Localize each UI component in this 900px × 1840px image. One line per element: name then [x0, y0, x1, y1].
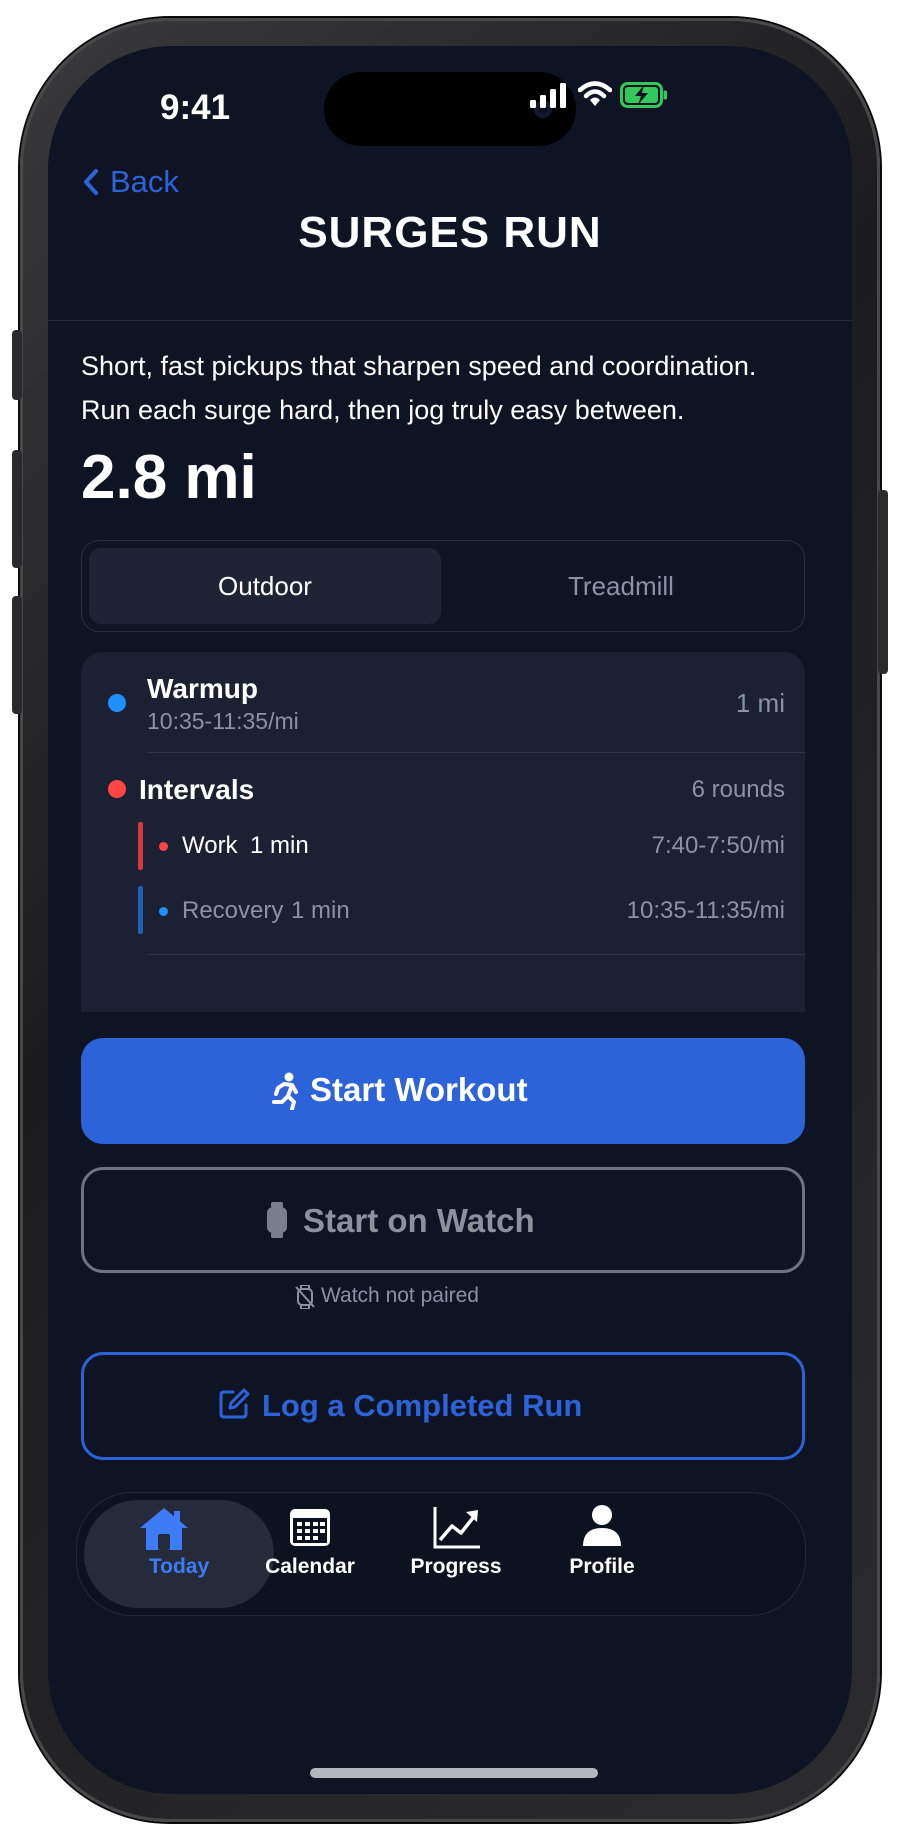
intervals-dot	[108, 780, 126, 798]
intervals-rounds: 6 rounds	[691, 776, 785, 803]
header-divider	[48, 320, 852, 321]
watch-slash-icon	[295, 1285, 315, 1309]
running-person-icon	[272, 1072, 298, 1110]
work-dot	[159, 842, 168, 851]
warmup-dot	[108, 694, 126, 712]
volume-up-button	[12, 450, 22, 568]
wifi-icon	[578, 81, 612, 106]
watch-icon	[267, 1202, 287, 1238]
card-divider	[147, 752, 805, 753]
tab-progress-label: Progress	[410, 1555, 502, 1578]
recovery-pace: 10:35-11:35/mi	[626, 897, 785, 924]
work-bar	[138, 822, 143, 870]
recovery-dot	[159, 907, 168, 916]
page-title: SURGES RUN	[298, 208, 602, 257]
tab-profile-label: Profile	[569, 1555, 635, 1578]
volume-down-button	[12, 596, 22, 714]
workout-distance: 2.8 mi	[81, 443, 257, 512]
person-icon	[583, 1505, 621, 1546]
warmup-distance: 1 mi	[735, 688, 785, 718]
house-icon	[140, 1508, 188, 1550]
watch-status-text: Watch not paired	[321, 1284, 479, 1307]
recovery-duration: 1 min	[291, 897, 350, 924]
card-divider-bottom	[147, 954, 805, 955]
edit-icon	[219, 1388, 250, 1419]
recovery-bar	[138, 886, 143, 934]
chevron-left-icon[interactable]	[82, 168, 100, 196]
start-workout-label: Start Workout	[310, 1071, 528, 1108]
chart-icon	[433, 1507, 480, 1549]
work-label: Work	[182, 832, 238, 859]
screen: 9:41 Back SURGES RUN Short, fast pickups…	[48, 46, 852, 1794]
warmup-pace: 10:35-11:35/mi	[147, 708, 299, 734]
calendar-icon	[290, 1509, 330, 1546]
power-button	[878, 490, 888, 674]
workout-description: Short, fast pickups that sharpen speed a…	[81, 351, 757, 425]
segment-treadmill[interactable]: Treadmill	[445, 548, 797, 624]
work-pace: 7:40-7:50/mi	[651, 832, 785, 859]
tab-calendar-label: Calendar	[265, 1555, 355, 1578]
recovery-label: Recovery	[182, 897, 284, 924]
back-button[interactable]: Back	[110, 164, 179, 200]
status-time: 9:41	[160, 88, 231, 127]
cellular-signal-icon	[530, 83, 566, 108]
home-indicator[interactable]	[310, 1768, 598, 1778]
intervals-title: Intervals	[139, 774, 255, 805]
log-completed-run-label: Log a Completed Run	[262, 1388, 583, 1423]
work-duration: 1 min	[250, 832, 309, 859]
start-on-watch-label: Start on Watch	[303, 1202, 535, 1239]
segment-outdoor[interactable]: Outdoor	[89, 548, 441, 624]
battery-charging-icon	[620, 82, 667, 108]
mute-switch	[12, 330, 22, 400]
warmup-title: Warmup	[147, 673, 258, 704]
